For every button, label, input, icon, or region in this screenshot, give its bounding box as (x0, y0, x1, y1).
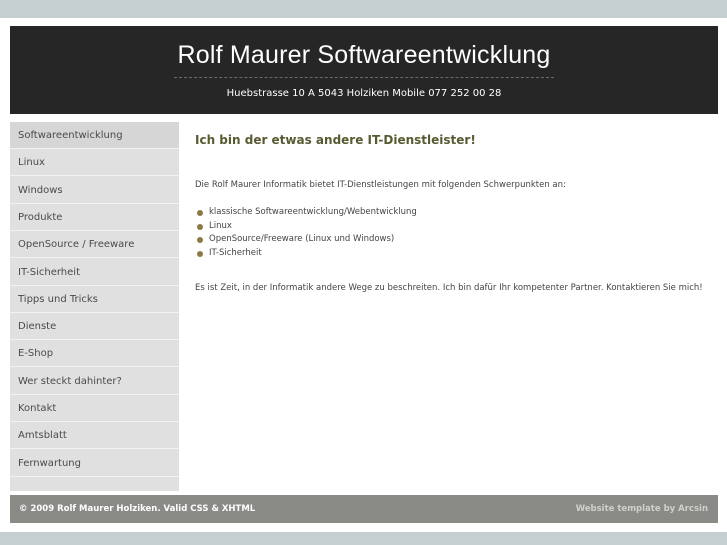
sidebar-item-kontakt[interactable]: Kontakt (10, 395, 179, 422)
service-list: klassische Softwareentwicklung/Webentwic… (195, 206, 417, 260)
list-item-text: klassische Softwareentwicklung/Webentwic… (209, 207, 417, 217)
sidebar-item-it-sicherheit[interactable]: IT-Sicherheit (10, 259, 179, 286)
list-item: Linux (195, 220, 417, 234)
sidebar-item-amtsblatt[interactable]: Amtsblatt (10, 422, 179, 450)
sidebar-item-tipps[interactable]: Tipps und Tricks (10, 286, 179, 313)
sidebar-item-fernwartung[interactable]: Fernwartung (10, 450, 179, 477)
sidebar-nav: Softwareentwicklung Linux Windows Produk… (10, 122, 179, 491)
sidebar-item-eshop[interactable]: E-Shop (10, 340, 179, 368)
bullet-icon (197, 250, 203, 257)
closing-text: Es ist Zeit, in der Informatik andere We… (195, 283, 703, 293)
intro-text: Die Rolf Maurer Informatik bietet IT-Die… (195, 180, 566, 190)
page: Rolf Maurer Softwareentwicklung Huebstra… (0, 18, 727, 532)
list-item-text: IT-Sicherheit (209, 247, 262, 258)
bullet-icon (197, 223, 203, 230)
list-item-text: OpenSource/Freeware (Linux und Windows) (209, 234, 395, 245)
sidebar-item-linux[interactable]: Linux (10, 149, 179, 177)
sidebar-item-dienste[interactable]: Dienste (10, 313, 179, 341)
sidebar-item-wer-steckt-dahinter[interactable]: Wer steckt dahinter? (10, 368, 179, 395)
sidebar-item-produkte[interactable]: Produkte (10, 204, 179, 231)
copyright-text[interactable]: © 2009 Rolf Maurer Holziken. Valid CSS &… (19, 504, 255, 514)
site-title[interactable]: Rolf Maurer Softwareentwicklung (10, 41, 718, 70)
contact-address: Huebstrasse 10 A 5043 Holziken Mobile 07… (226, 88, 502, 99)
list-item: OpenSource/Freeware (Linux und Windows) (195, 233, 417, 247)
template-credit-link[interactable]: Website template by Arcsin (576, 504, 708, 514)
title-divider (174, 77, 554, 78)
site-header: Rolf Maurer Softwareentwicklung Huebstra… (10, 26, 718, 114)
list-item: klassische Softwareentwicklung/Webentwic… (195, 206, 417, 220)
list-item-text: Linux (209, 220, 232, 231)
sidebar-item-windows[interactable]: Windows (10, 177, 179, 204)
bullet-icon (197, 210, 203, 216)
list-item: IT-Sicherheit (195, 247, 417, 261)
page-headline: Ich bin der etwas andere IT-Dienstleiste… (195, 133, 476, 147)
sidebar-item-opensource[interactable]: OpenSource / Freeware (10, 231, 179, 259)
bullet-icon (197, 237, 203, 244)
sidebar-item-softwareentwicklung[interactable]: Softwareentwicklung (10, 122, 179, 149)
site-footer: © 2009 Rolf Maurer Holziken. Valid CSS &… (10, 495, 718, 523)
